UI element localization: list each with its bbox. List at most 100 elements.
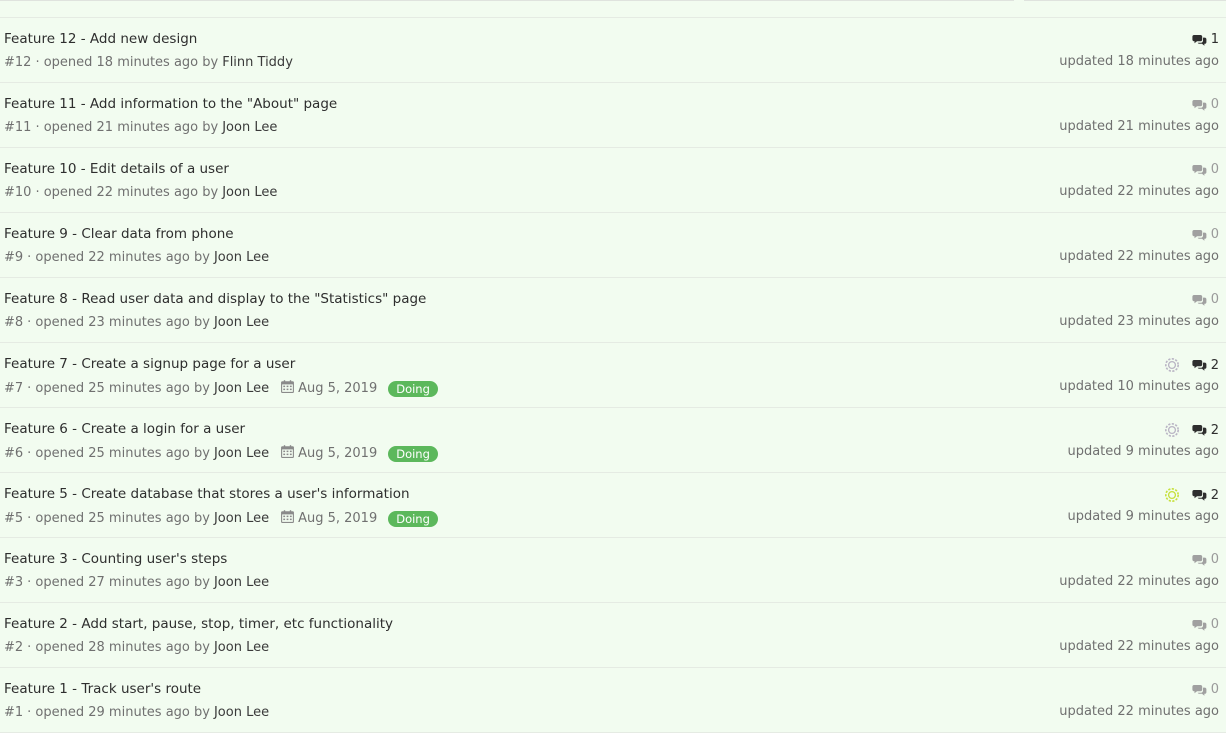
opened-text: · opened 25 minutes ago by (27, 381, 210, 396)
issue-row[interactable]: Feature 10 - Edit details of a user #10 · … (0, 148, 1226, 213)
issue-title[interactable]: Feature 8 - Read user data and display t… (4, 291, 426, 307)
comments-link[interactable]: 1 (1192, 32, 1219, 47)
pipeline-warning-icon[interactable] (1164, 487, 1180, 503)
comments-link[interactable]: 0 (1192, 292, 1219, 307)
sort-bar-edge (1024, 0, 1226, 1)
updated-time: updated 23 minutes ago (1059, 314, 1219, 329)
comments-icon (1192, 34, 1211, 46)
calendar-icon (281, 510, 298, 527)
issue-ref: #7 (4, 381, 24, 396)
comment-count: 0 (1210, 162, 1219, 177)
comments-link[interactable]: 2 (1192, 358, 1219, 373)
comments-link[interactable]: 0 (1192, 227, 1219, 242)
updated-time: updated 22 minutes ago (1059, 574, 1219, 589)
issue-row[interactable]: Feature 7 - Create a signup page for a u… (0, 343, 1226, 408)
issue-row[interactable]: Feature 9 - Clear data from phone #9 · ope… (0, 213, 1226, 278)
author-link[interactable]: Joon Lee (214, 575, 269, 590)
comments-icon (1192, 294, 1211, 306)
issue-meta: #8 · opened 23 minutes ago by Joon Lee (4, 315, 269, 330)
issue-meta: #3 · opened 27 minutes ago by Joon Lee (4, 575, 269, 590)
issue-title[interactable]: Feature 9 - Clear data from phone (4, 226, 234, 242)
comments-link[interactable]: 0 (1192, 682, 1219, 697)
comments-link[interactable]: 2 (1192, 488, 1219, 503)
author-link[interactable]: Joon Lee (214, 446, 269, 461)
issue-row[interactable]: Feature 8 - Read user data and display t… (0, 278, 1226, 343)
issue-ref: #8 (4, 315, 24, 330)
calendar-icon (281, 445, 298, 462)
updated-time: updated 18 minutes ago (1059, 54, 1219, 69)
issue-title[interactable]: Feature 5 - Create database that stores … (4, 486, 410, 502)
author-link[interactable]: Joon Lee (222, 120, 277, 135)
author-link[interactable]: Joon Lee (222, 185, 277, 200)
author-link[interactable]: Flinn Tiddy (222, 55, 293, 70)
calendar-icon (281, 380, 298, 397)
comments-icon (1192, 359, 1211, 371)
issue-row[interactable]: Feature 3 - Counting user's steps #3 · ope… (0, 538, 1226, 603)
filter-bar-edge (0, 0, 1014, 1)
issue-ref: #1 (4, 705, 24, 720)
issue-ref: #2 (4, 640, 24, 655)
issue-title[interactable]: Feature 2 - Add start, pause, stop, time… (4, 616, 393, 632)
issue-stats: 0 (1192, 97, 1219, 112)
author-link[interactable]: Joon Lee (214, 250, 269, 265)
comments-link[interactable]: 0 (1192, 617, 1219, 632)
author-link[interactable]: Joon Lee (214, 315, 269, 330)
issue-meta: #6 · opened 25 minutes ago by Joon Lee Aug … (4, 445, 438, 462)
due-date-text: Aug 5, 2019 (298, 446, 378, 461)
issue-list: Feature 12 - Add new design #12 · opened 1… (0, 18, 1226, 733)
issue-meta: #2 · opened 28 minutes ago by Joon Lee (4, 640, 269, 655)
issue-row[interactable]: Feature 1 - Track user's route #1 · opened… (0, 668, 1226, 733)
comments-icon (1192, 99, 1211, 111)
issue-row[interactable]: Feature 12 - Add new design #12 · opened 1… (0, 18, 1226, 83)
issue-meta: #5 · opened 25 minutes ago by Joon Lee Aug … (4, 510, 438, 527)
label-doing[interactable]: Doing (388, 510, 438, 527)
author-link[interactable]: Joon Lee (214, 640, 269, 655)
issue-title[interactable]: Feature 6 - Create a login for a user (4, 421, 245, 437)
due-date: Aug 5, 2019 (281, 380, 377, 397)
issue-stats: 0 (1192, 227, 1219, 242)
issue-ref: #10 (4, 185, 32, 200)
comment-count: 2 (1210, 487, 1219, 503)
due-date: Aug 5, 2019 (281, 510, 377, 527)
updated-time: updated 21 minutes ago (1059, 119, 1219, 134)
issue-ref: #5 (4, 511, 24, 526)
issue-title[interactable]: Feature 12 - Add new design (4, 31, 197, 47)
comments-icon (1192, 619, 1211, 631)
label-doing[interactable]: Doing (388, 445, 438, 462)
opened-text: · opened 27 minutes ago by (27, 575, 210, 590)
pipeline-pending-icon[interactable] (1164, 357, 1180, 373)
issue-row[interactable]: Feature 11 - Add information to the "Abo… (0, 83, 1226, 148)
comments-link[interactable]: 0 (1192, 162, 1219, 177)
comments-link[interactable]: 2 (1192, 423, 1219, 438)
opened-text: · opened 18 minutes ago by (35, 55, 219, 70)
pipeline-pending-icon[interactable] (1164, 422, 1180, 438)
updated-time: updated 9 minutes ago (1067, 444, 1219, 459)
issue-title[interactable]: Feature 10 - Edit details of a user (4, 161, 229, 177)
comment-count: 2 (1210, 357, 1219, 373)
comment-count: 0 (1210, 227, 1219, 242)
author-link[interactable]: Joon Lee (214, 705, 269, 720)
issue-title[interactable]: Feature 11 - Add information to the "Abo… (4, 96, 337, 112)
issue-meta: #10 · opened 22 minutes ago by Joon Lee (4, 185, 277, 200)
issue-row[interactable]: Feature 5 - Create database that stores … (0, 473, 1226, 538)
comments-link[interactable]: 0 (1192, 97, 1219, 112)
author-link[interactable]: Joon Lee (214, 511, 269, 526)
updated-time: updated 22 minutes ago (1059, 639, 1219, 654)
updated-time: updated 22 minutes ago (1059, 184, 1219, 199)
issue-ref: #12 (4, 55, 32, 70)
issue-title[interactable]: Feature 7 - Create a signup page for a u… (4, 356, 295, 372)
due-date-text: Aug 5, 2019 (298, 381, 378, 396)
issue-row[interactable]: Feature 6 - Create a login for a user #6 ·… (0, 408, 1226, 473)
comment-count: 0 (1210, 552, 1219, 567)
issue-row[interactable]: Feature 2 - Add start, pause, stop, time… (0, 603, 1226, 668)
opened-text: · opened 22 minutes ago by (35, 185, 219, 200)
opened-text: · opened 21 minutes ago by (35, 120, 219, 135)
label-doing[interactable]: Doing (388, 380, 438, 397)
issue-stats: 0 (1192, 552, 1219, 567)
issue-title[interactable]: Feature 1 - Track user's route (4, 681, 201, 697)
author-link[interactable]: Joon Lee (214, 381, 269, 396)
issue-title[interactable]: Feature 3 - Counting user's steps (4, 551, 227, 567)
opened-text: · opened 25 minutes ago by (27, 446, 210, 461)
issue-stats: 0 (1192, 292, 1219, 307)
comments-link[interactable]: 0 (1192, 552, 1219, 567)
